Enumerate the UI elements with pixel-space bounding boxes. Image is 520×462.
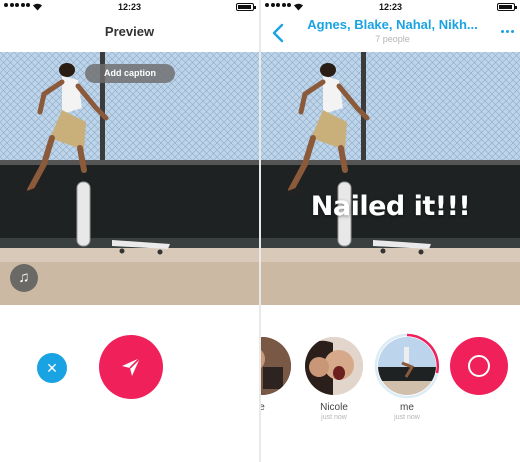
add-caption-button[interactable]: Add caption bbox=[85, 64, 175, 83]
status-time: 12:23 bbox=[378, 2, 403, 12]
recipient-name: me bbox=[400, 402, 414, 413]
progress-ring bbox=[374, 333, 440, 399]
avatar bbox=[305, 337, 363, 395]
recipient-name: e bbox=[261, 402, 265, 413]
record-button[interactable] bbox=[450, 337, 508, 395]
recipient-item[interactable]: e bbox=[261, 335, 295, 414]
close-icon[interactable]: ✕ bbox=[37, 353, 67, 383]
avatar bbox=[261, 337, 291, 395]
avatar bbox=[374, 333, 440, 399]
group-name: Agnes, Blake, Nahal, Nikh... bbox=[307, 17, 478, 32]
group-header[interactable]: Agnes, Blake, Nahal, Nikh... 7 people bbox=[297, 17, 488, 44]
chat-screen: 12:23 Agnes, Blake, Nahal, Nikh... 7 peo… bbox=[261, 0, 520, 462]
preview-nav-bar: Preview bbox=[0, 14, 259, 52]
recipient-name: Nicole bbox=[320, 402, 348, 413]
recipient-item-me[interactable]: me just now bbox=[374, 333, 440, 421]
music-icon[interactable]: ♫ bbox=[10, 264, 38, 292]
page-title: Preview bbox=[104, 24, 155, 39]
battery-icon bbox=[236, 3, 256, 11]
preview-photo bbox=[0, 52, 259, 305]
preview-screen: 12:23 Preview Add caption ♫ ✕ bbox=[0, 0, 259, 462]
chat-nav-bar: Agnes, Blake, Nahal, Nikh... 7 people bbox=[261, 14, 520, 52]
status-bar: 12:23 bbox=[261, 0, 520, 14]
battery-icon bbox=[497, 3, 517, 11]
video-message[interactable] bbox=[261, 52, 520, 305]
recipient-item[interactable]: Nicole just now bbox=[301, 335, 367, 421]
more-icon[interactable] bbox=[501, 30, 514, 33]
send-icon bbox=[122, 357, 141, 376]
recipient-time: just now bbox=[321, 414, 347, 421]
status-time: 12:23 bbox=[117, 2, 142, 12]
recipient-time: just now bbox=[394, 414, 420, 421]
video-caption: Nailed it!!! bbox=[310, 191, 471, 222]
record-icon bbox=[468, 355, 490, 377]
member-count: 7 people bbox=[375, 34, 410, 44]
send-button[interactable] bbox=[99, 335, 163, 399]
back-icon[interactable] bbox=[269, 22, 289, 44]
status-bar: 12:23 bbox=[0, 0, 259, 14]
